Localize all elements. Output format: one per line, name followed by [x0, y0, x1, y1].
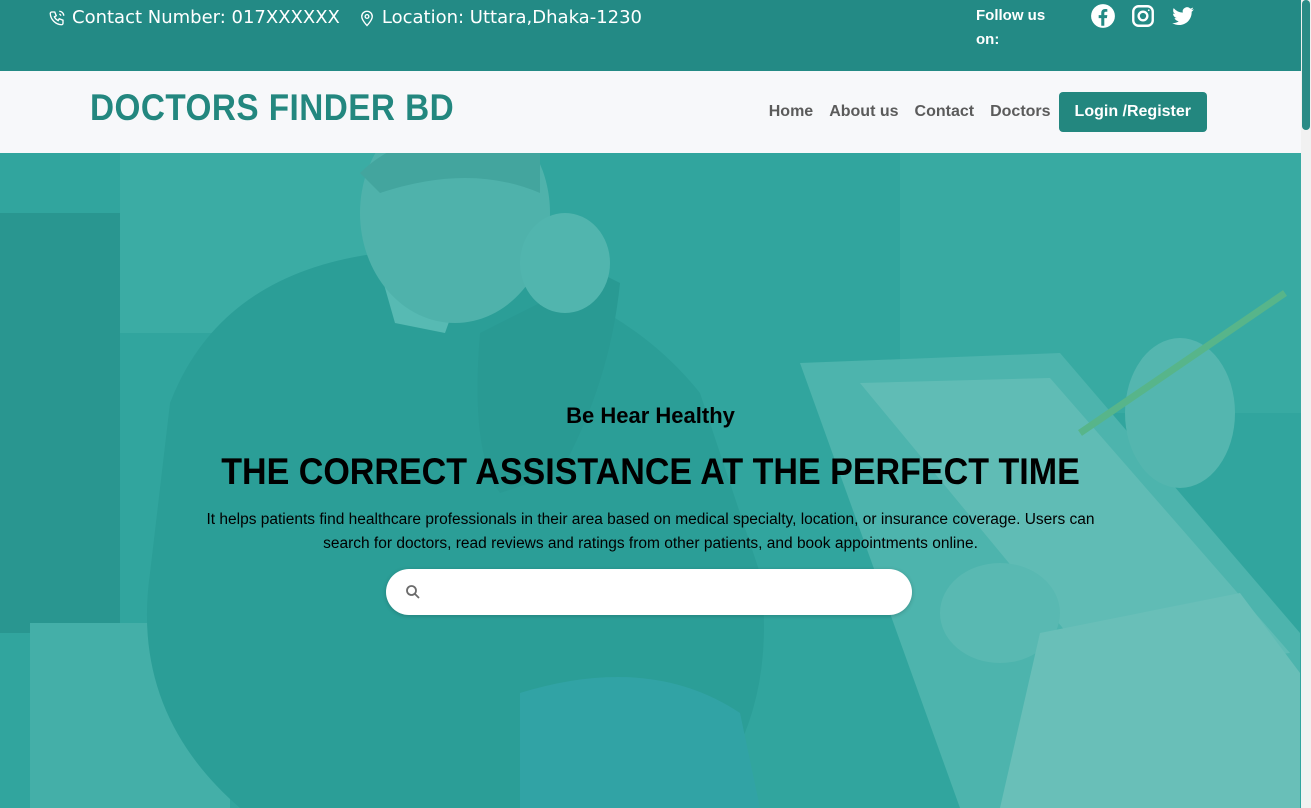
- contact-info: Contact Number: 017XXXXXX Location: Utta…: [48, 7, 642, 28]
- hero-description: It helps patients find healthcare profes…: [206, 511, 1095, 552]
- contact-number: Contact Number: 017XXXXXX: [48, 7, 340, 28]
- top-info-bar: Contact Number: 017XXXXXX Location: Utta…: [0, 0, 1301, 71]
- nav-doctors[interactable]: Doctors: [990, 103, 1050, 121]
- location: Location: Uttara,Dhaka-1230: [358, 7, 642, 28]
- instagram-icon[interactable]: [1130, 3, 1156, 29]
- login-register-button[interactable]: Login /Register: [1058, 92, 1207, 132]
- location-pin-icon: [360, 10, 373, 26]
- search-input[interactable]: [432, 576, 896, 608]
- search-bar[interactable]: [386, 569, 912, 615]
- hero-section: Be Hear Healthy THE CORRECT ASSISTANCE A…: [0, 153, 1301, 808]
- location-label: Location: Uttara,Dhaka-1230: [381, 7, 643, 28]
- nav-about-us[interactable]: About us: [829, 103, 898, 121]
- twitter-icon[interactable]: [1170, 3, 1196, 29]
- search-icon: [406, 585, 420, 599]
- page-scrollbar[interactable]: [1301, 0, 1311, 808]
- contact-number-label: Contact Number: 017XXXXXX: [72, 7, 340, 28]
- phone-icon: [49, 10, 65, 25]
- scrollbar-thumb[interactable]: [1302, 0, 1310, 130]
- facebook-icon[interactable]: [1090, 3, 1116, 29]
- navbar: DOCTORS FINDER BD Home About us Contact …: [0, 71, 1301, 153]
- brand-logo[interactable]: DOCTORS FINDER BD: [90, 87, 454, 129]
- follow-us-label: Follow us on:: [976, 7, 1046, 48]
- nav-contact[interactable]: Contact: [915, 103, 975, 121]
- hero-headline: THE CORRECT ASSISTANCE AT THE PERFECT TI…: [221, 451, 1080, 492]
- nav-links: Home About us Contact Doctors Login /Reg…: [769, 92, 1207, 132]
- hero-tagline: Be Hear Healthy: [566, 403, 735, 428]
- social-links: [1090, 3, 1210, 29]
- nav-home[interactable]: Home: [769, 103, 813, 121]
